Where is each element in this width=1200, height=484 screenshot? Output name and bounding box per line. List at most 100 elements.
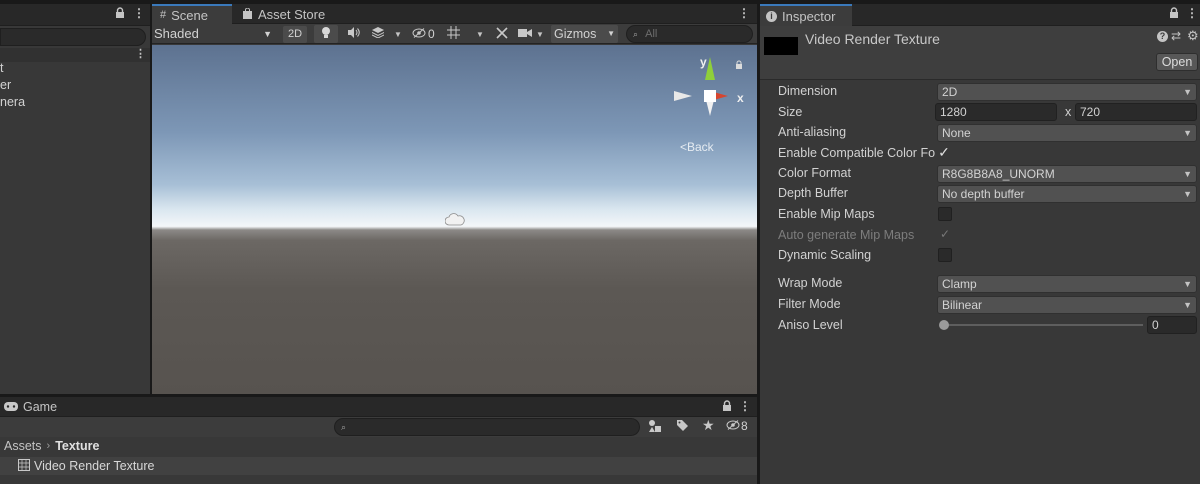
breadcrumb-texture[interactable]: Texture (55, 439, 99, 453)
compat-color-label: Enable Compatible Color Fo (778, 146, 936, 160)
layers-icon (371, 27, 385, 41)
hierarchy-item[interactable]: t (0, 61, 3, 75)
mip-maps-checkbox[interactable] (938, 207, 952, 221)
chevron-down-icon: ▼ (476, 29, 484, 39)
shading-mode-value: Shaded (154, 26, 199, 41)
chevron-down-icon: ▼ (1183, 189, 1192, 199)
dynamic-scaling-label: Dynamic Scaling (778, 248, 872, 262)
chevron-down-icon: ▼ (263, 29, 272, 39)
grid-snap-icon (447, 26, 460, 42)
tools-toggle[interactable] (492, 25, 512, 43)
depth-buffer-dropdown[interactable]: No depth buffer ▼ (937, 185, 1197, 203)
color-format-dropdown[interactable]: R8G8B8A8_UNORM ▼ (937, 165, 1197, 183)
chevron-right-icon: › (46, 440, 51, 452)
project-hidden-count: 8 (741, 419, 748, 433)
scene-panel: # Scene Asset Store ⋮ Shaded ▼ 2D ▼ 0 ▼ … (152, 4, 757, 394)
size-height-field[interactable]: 720 (1075, 103, 1197, 121)
gear-icon[interactable]: ⚙ (1187, 28, 1199, 44)
aniso-level-slider-track[interactable] (943, 324, 1143, 326)
list-item-video-render-texture[interactable]: Video Render Texture (0, 457, 757, 475)
tag-icon[interactable] (676, 419, 689, 435)
gizmos-label: Gizmos (554, 27, 597, 41)
filter-mode-label: Filter Mode (778, 297, 841, 311)
view-direction-label[interactable]: <Back (680, 140, 714, 154)
aniso-level-slider-handle[interactable] (939, 320, 949, 330)
kebab-menu-icon[interactable]: ⋮ (135, 47, 146, 60)
size-width-field[interactable]: 1280 (935, 103, 1057, 121)
presets-icon[interactable]: ⇄ (1171, 29, 1181, 43)
mip-maps-label: Enable Mip Maps (778, 207, 875, 221)
scene-visibility-toggle[interactable]: 0 (412, 25, 442, 43)
lighting-toggle[interactable] (314, 25, 338, 43)
wrap-mode-dropdown[interactable]: Clamp ▼ (937, 275, 1197, 293)
breadcrumb: Assets › Texture (4, 439, 99, 453)
inspector-panel: i Inspector ⋮ Video Render Texture ? ⇄ ⚙… (760, 4, 1200, 484)
hierarchy-search-input[interactable] (0, 28, 146, 46)
aniso-level-label: Aniso Level (778, 318, 843, 332)
color-format-value: R8G8B8A8_UNORM (942, 167, 1055, 181)
anti-aliasing-value: None (942, 126, 971, 140)
lock-icon[interactable] (1169, 7, 1179, 22)
lock-icon[interactable] (735, 59, 743, 73)
tab-asset-store[interactable]: Asset Store (234, 4, 333, 24)
breadcrumb-assets[interactable]: Assets (4, 439, 42, 453)
camera-settings-button[interactable]: ▼ (518, 25, 548, 43)
shading-mode-dropdown[interactable]: Shaded ▼ (154, 25, 274, 43)
dimension-value: 2D (942, 85, 958, 99)
filter-by-type-icon[interactable] (648, 419, 662, 436)
size-x-label: x (1065, 105, 1072, 119)
hierarchy-item[interactable]: nera (0, 95, 25, 109)
render-texture-icon (18, 458, 30, 474)
wrap-mode-label: Wrap Mode (778, 276, 843, 290)
tab-inspector-label: Inspector (782, 8, 836, 24)
open-button[interactable]: Open (1156, 53, 1198, 71)
kebab-menu-icon[interactable]: ⋮ (133, 6, 145, 20)
wrench-icon (496, 26, 508, 42)
asset-preview-thumbnail (764, 37, 798, 55)
star-icon[interactable]: ★ (702, 417, 715, 434)
hierarchy-item[interactable]: er (0, 78, 11, 92)
anti-aliasing-dropdown[interactable]: None ▼ (937, 124, 1197, 142)
effects-toggle[interactable]: ▼ (368, 25, 404, 43)
sun-icon (444, 213, 465, 230)
color-format-label: Color Format (778, 166, 851, 180)
aniso-level-field[interactable]: 0 (1147, 316, 1197, 334)
filter-mode-value: Bilinear (942, 298, 983, 312)
shopping-bag-icon (242, 7, 253, 22)
tab-game[interactable]: Game (4, 397, 57, 417)
tab-scene[interactable]: # Scene (152, 4, 232, 24)
search-icon: ⌕ (633, 29, 639, 39)
compat-color-checkbox[interactable]: ✓ (937, 145, 951, 160)
scene-viewport[interactable] (152, 45, 757, 394)
mode-2d-button[interactable]: 2D (283, 26, 307, 43)
gizmos-dropdown[interactable]: Gizmos ▼ (551, 25, 618, 43)
tab-game-label: Game (23, 400, 58, 414)
audio-toggle[interactable] (342, 25, 364, 43)
hidden-eye-icon (412, 27, 426, 41)
grid-toggle[interactable]: ▼ (447, 25, 487, 43)
kebab-menu-icon[interactable]: ⋮ (1186, 6, 1198, 20)
camera-icon (518, 27, 532, 41)
tab-inspector[interactable]: i Inspector (760, 4, 852, 26)
speaker-icon (347, 27, 360, 41)
project-visibility-toggle[interactable]: 8 (726, 419, 748, 433)
dimension-dropdown[interactable]: 2D ▼ (937, 83, 1197, 101)
tab-scene-label: Scene (171, 7, 208, 23)
scene-search-input[interactable]: ⌕ All (626, 25, 753, 43)
chevron-down-icon: ▼ (1183, 300, 1192, 310)
auto-mip-label: Auto generate Mip Maps (778, 228, 915, 242)
hierarchy-panel: ⋮ ⋮ t er nera (0, 4, 150, 394)
light-bulb-icon (321, 26, 331, 42)
tab-asset-store-label: Asset Store (258, 6, 326, 22)
lock-icon[interactable] (722, 400, 732, 415)
help-icon[interactable]: ? (1157, 31, 1168, 42)
hidden-eye-icon (726, 419, 740, 433)
kebab-menu-icon[interactable]: ⋮ (738, 6, 750, 20)
kebab-menu-icon[interactable]: ⋮ (739, 399, 751, 413)
dynamic-scaling-checkbox[interactable] (938, 248, 952, 262)
filter-mode-dropdown[interactable]: Bilinear ▼ (937, 296, 1197, 314)
project-search-input[interactable]: ⌕ (334, 418, 640, 436)
lock-icon[interactable] (115, 7, 125, 22)
info-icon: i (766, 10, 777, 22)
depth-buffer-value: No depth buffer (942, 187, 1025, 201)
